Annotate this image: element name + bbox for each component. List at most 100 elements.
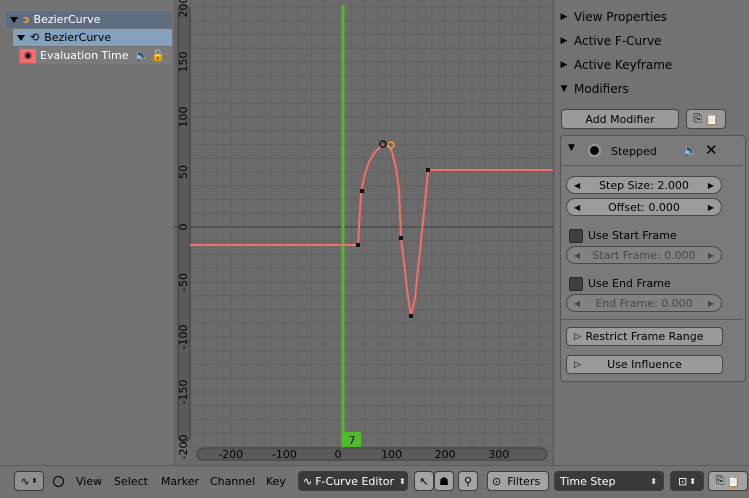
channel-fcurve[interactable]: ◉ Evaluation Time 🔈 🔓: [18, 47, 172, 64]
active-fcurve-label: Active F-Curve: [574, 34, 662, 48]
end-frame-field[interactable]: ◀ End Frame: 0.000 ▶: [566, 294, 722, 312]
keyframe-point[interactable]: [356, 243, 360, 247]
panel-view-properties[interactable]: ▶ View Properties: [558, 6, 744, 28]
editor-mode-dropdown[interactable]: ∿ F-Curve Editor ⬍: [298, 471, 408, 491]
curve-object-icon: ↄ: [23, 13, 30, 26]
increment-arrow-icon[interactable]: ▶: [708, 299, 714, 308]
show-hidden-toggle[interactable]: ☗: [434, 471, 454, 491]
search-toggle[interactable]: ⚲: [458, 471, 478, 491]
y-tick-label: -50: [177, 273, 190, 291]
editor-header: ∿ ⬍ View Select Marker Channel Key ∿ F-Cu…: [0, 465, 749, 498]
filters-button[interactable]: ⊙ Filters: [487, 471, 549, 491]
increment-arrow-icon[interactable]: ▶: [708, 203, 714, 212]
increment-arrow-icon[interactable]: ▶: [708, 251, 714, 260]
divider: [561, 319, 743, 320]
modifiers-label: Modifiers: [574, 82, 629, 96]
collapsed-arrow-icon: ▷: [574, 359, 581, 370]
use-start-frame-label: Use Start Frame: [588, 229, 677, 242]
channel-data-label: BezierCurve: [44, 31, 112, 44]
auto-snap-label: Time Step: [560, 474, 616, 488]
decrement-arrow-icon[interactable]: ◀: [574, 299, 580, 308]
channel-object-label: BezierCurve: [33, 13, 101, 26]
editor-mode-label: F-Curve Editor: [315, 474, 395, 488]
y-tick-label: -100: [177, 325, 190, 350]
add-modifier-button[interactable]: Add Modifier: [561, 109, 679, 129]
restrict-frame-range-button[interactable]: ▷ Restrict Frame Range: [566, 327, 723, 346]
channel-data[interactable]: ⟲ BezierCurve: [13, 29, 172, 46]
use-end-frame-checkbox[interactable]: [569, 277, 583, 291]
y-tick-label: 150: [177, 52, 190, 73]
x-tick-label: 100: [381, 448, 402, 461]
filter-icon: ⊙: [492, 474, 502, 488]
decrement-arrow-icon[interactable]: ◀: [574, 181, 580, 190]
dropdown-arrow-icon: ⬍: [399, 476, 406, 486]
y-tick-label: 50: [177, 165, 190, 179]
paste-icon[interactable]: 📋: [705, 113, 719, 126]
mute-speaker-icon[interactable]: 🔈: [134, 49, 148, 62]
menu-channel[interactable]: Channel: [210, 475, 255, 488]
keyframe-point[interactable]: [426, 168, 430, 172]
menu-key[interactable]: Key: [266, 475, 286, 488]
expand-triangle-icon[interactable]: [17, 34, 25, 41]
copy-paste-modifiers[interactable]: ⎘ 📋: [686, 109, 726, 129]
menu-select[interactable]: Select: [114, 475, 148, 488]
use-start-frame-checkbox[interactable]: [569, 229, 583, 243]
x-tick-label: -100: [272, 448, 297, 461]
panel-modifiers[interactable]: ▼ Modifiers: [558, 78, 744, 100]
offset-field[interactable]: ◀ Offset: 0.000 ▶: [566, 198, 722, 216]
collapsed-arrow-icon: ▷: [574, 331, 581, 342]
modifier-active-icon[interactable]: [590, 146, 599, 155]
editor-type-button[interactable]: ∿ ⬍: [14, 471, 44, 491]
modifier-delete-icon[interactable]: ✕: [705, 141, 718, 159]
menu-view[interactable]: View: [76, 475, 102, 488]
cursor-icon: ↖: [419, 474, 429, 488]
graph-editor-icon: ∿: [20, 474, 30, 488]
lock-icon[interactable]: 🔓: [151, 49, 165, 62]
panel-active-fcurve[interactable]: ▶ Active F-Curve: [558, 30, 744, 52]
copy-paste-keys[interactable]: ⎘ 📋: [708, 471, 748, 491]
offset-value: Offset: 0.000: [608, 200, 680, 214]
x-tick-label: 0: [335, 448, 342, 461]
search-icon: ⚲: [463, 474, 473, 488]
keyframe-point[interactable]: [399, 236, 403, 240]
step-size-field[interactable]: ◀ Step Size: 2.000 ▶: [566, 176, 722, 194]
decrement-arrow-icon[interactable]: ◀: [574, 203, 580, 212]
channel-fcurve-label: Evaluation Time: [40, 49, 129, 62]
expanded-arrow-icon: ▼: [560, 84, 568, 94]
start-frame-field[interactable]: ◀ Start Frame: 0.000 ▶: [566, 246, 722, 264]
menu-collapse-icon[interactable]: [53, 476, 64, 487]
modifier-mute-icon[interactable]: 🔈: [683, 144, 697, 157]
x-tick-label: 300: [488, 448, 509, 461]
add-modifier-label: Add Modifier: [585, 112, 655, 126]
collapsed-arrow-icon: ▶: [560, 60, 568, 70]
keyframe-point[interactable]: [409, 314, 413, 318]
pivot-icon: ⊡: [678, 474, 688, 488]
expand-triangle-icon[interactable]: [10, 16, 18, 23]
channel-object[interactable]: ↄ BezierCurve: [6, 11, 172, 28]
ghost-icon: ☗: [439, 474, 449, 488]
modifier-collapse-icon[interactable]: ▼: [568, 143, 575, 153]
y-tick-label: -200: [177, 435, 190, 460]
divider: [561, 165, 743, 166]
menu-marker[interactable]: Marker: [161, 475, 199, 488]
y-tick-label: 0: [177, 224, 190, 231]
graph-canvas[interactable]: 200 150 100 50 0 -50 -100 -150 -200 -200 -100 0 100…: [175, 0, 553, 465]
decrement-arrow-icon[interactable]: ◀: [574, 251, 580, 260]
increment-arrow-icon[interactable]: ▶: [708, 181, 714, 190]
y-tick-label: -150: [177, 380, 190, 405]
fcurve-visibility-icon[interactable]: ◉: [20, 48, 36, 63]
use-influence-button[interactable]: ▷ Use Influence: [566, 355, 723, 374]
copy-icon[interactable]: ⎘: [693, 112, 702, 126]
paste-icon[interactable]: 📋: [727, 475, 741, 488]
pivot-dropdown[interactable]: ⊡ ⬍: [670, 471, 704, 491]
filters-label: Filters: [507, 474, 541, 488]
keyframe-point[interactable]: [360, 189, 364, 193]
copy-icon[interactable]: ⎘: [716, 474, 725, 488]
only-selected-toggle[interactable]: ↖: [414, 471, 434, 491]
y-tick-label: 200: [177, 0, 190, 18]
y-tick-label: 100: [177, 107, 190, 128]
panel-active-keyframe[interactable]: ▶ Active Keyframe: [558, 54, 744, 76]
fcurve-mode-icon: ∿: [303, 474, 313, 488]
graph-region[interactable]: 200 150 100 50 0 -50 -100 -150 -200 -200 -100 0 100…: [175, 0, 553, 465]
auto-snap-dropdown[interactable]: Time Step ⬍: [554, 471, 664, 491]
